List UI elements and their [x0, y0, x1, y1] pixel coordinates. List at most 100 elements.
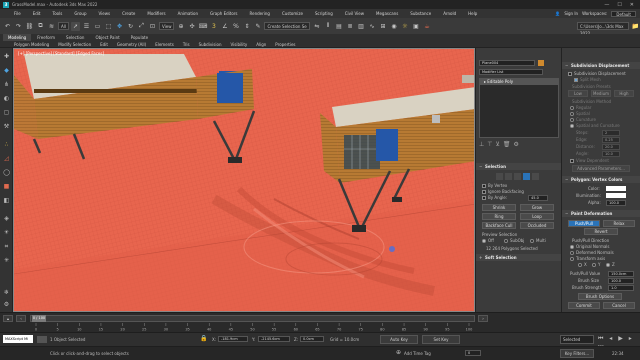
- stack-item-editable-poly[interactable]: ▸ Editable Poly: [480, 79, 558, 85]
- backface-cull-button[interactable]: Backface Cull: [482, 222, 516, 229]
- close-button[interactable]: ✕: [630, 2, 634, 8]
- selection-filter-dropdown[interactable]: All: [58, 22, 69, 30]
- tab-modeling[interactable]: Modeling: [3, 34, 32, 41]
- pin-stack-icon[interactable]: ⊥: [479, 141, 484, 148]
- steps-spinner[interactable]: 2: [602, 130, 620, 136]
- menu-tools[interactable]: Tools: [52, 11, 62, 16]
- maxscript-listener[interactable]: MAXScript Mi: [3, 335, 33, 343]
- menu-file[interactable]: File: [14, 11, 21, 16]
- render-setup-icon[interactable]: ☼: [400, 22, 409, 31]
- freeze-icon[interactable]: ❄: [2, 288, 11, 297]
- menu-substance[interactable]: Substance: [410, 11, 431, 16]
- perspective-viewport[interactable]: [+] [Perspective] [Standard] [Edged Face…: [13, 48, 475, 312]
- method-regular-radio[interactable]: [570, 106, 574, 110]
- select-scale-icon[interactable]: ⤢: [137, 22, 146, 31]
- object-color-swatch[interactable]: [538, 60, 544, 66]
- distance-spinner[interactable]: 20.0: [602, 144, 620, 150]
- modifier-stack[interactable]: ▸ Editable Poly: [479, 78, 559, 138]
- x-coord-field[interactable]: -181.9cm: [218, 336, 248, 342]
- project-path-dropdown[interactable]: C:\Users\Jo...\3ds Max 2022: [577, 22, 629, 36]
- link-icon[interactable]: ⛓: [25, 22, 34, 31]
- preview-multi-radio[interactable]: [530, 239, 534, 243]
- utilities-icon[interactable]: ⚒: [2, 122, 11, 131]
- curve-editor-icon[interactable]: ∿: [367, 22, 376, 31]
- by-angle-spinner[interactable]: 45.0: [528, 195, 548, 201]
- rendered-frame-window-icon[interactable]: ▣: [411, 22, 420, 31]
- view-dependent-checkbox[interactable]: [570, 159, 574, 163]
- time-slider[interactable]: [30, 315, 475, 322]
- manipulate-icon[interactable]: ✣: [187, 22, 196, 31]
- make-unique-icon[interactable]: ⊻: [495, 141, 499, 148]
- edit-named-selection-icon[interactable]: ✎: [253, 22, 262, 31]
- vertex-colors-header[interactable]: − Polygon: Vertex Colors: [562, 176, 640, 183]
- scene-explorer-icon[interactable]: ▤: [334, 22, 343, 31]
- timeline-expand-icon[interactable]: ▴: [3, 315, 13, 322]
- subdivision-displacement-header[interactable]: − Subdivision Displacement: [562, 62, 640, 69]
- named-selection-set-dropdown[interactable]: Create Selection Se: [264, 22, 311, 30]
- set-key-button[interactable]: Set Key: [422, 335, 460, 344]
- keyboard-shortcut-icon[interactable]: ⌨: [198, 22, 208, 31]
- material-editor-icon[interactable]: ◉: [389, 22, 398, 31]
- preview-subobj-radio[interactable]: [504, 239, 508, 243]
- camera-icon[interactable]: ⌗: [2, 242, 11, 251]
- alpha-spinner[interactable]: 100.0: [606, 200, 626, 206]
- push-pull-value-spinner[interactable]: 150.0cm: [608, 271, 634, 277]
- minimize-button[interactable]: —: [604, 2, 609, 8]
- method-spatial-radio[interactable]: [570, 112, 574, 116]
- reference-coordinate-dropdown[interactable]: View: [158, 22, 175, 30]
- workspace-dropdown[interactable]: Default: [611, 10, 636, 17]
- soft-selection-rollout-header[interactable]: + Soft Selection: [476, 254, 561, 261]
- ribbon-modify-selection[interactable]: Modify Selection: [58, 41, 91, 48]
- ribbon-subdivision[interactable]: Subdivision: [199, 41, 222, 48]
- remove-modifier-icon[interactable]: 🗑: [503, 141, 511, 148]
- tab-object-paint[interactable]: Object Paint: [90, 34, 124, 41]
- brush-strength-spinner[interactable]: 1.0: [608, 285, 634, 291]
- menu-create[interactable]: Create: [122, 11, 135, 16]
- border-mode-icon[interactable]: [514, 173, 521, 180]
- menu-views[interactable]: Views: [99, 11, 111, 16]
- preset-low-button[interactable]: Low: [568, 90, 588, 97]
- method-spatial-curvature-radio[interactable]: [570, 124, 574, 128]
- z-coord-field[interactable]: 0.0cm: [300, 336, 324, 342]
- menu-edit[interactable]: Edit: [33, 11, 41, 16]
- isolate-icon[interactable]: ◈: [2, 214, 11, 223]
- menu-graph-editors[interactable]: Graph Editors: [210, 11, 237, 16]
- advanced-parameters-button[interactable]: Advanced Parameters...: [572, 165, 630, 172]
- cancel-button[interactable]: Cancel: [603, 302, 635, 309]
- deformed-normals-radio[interactable]: [570, 251, 574, 255]
- spinner-snap-icon[interactable]: ⇕: [242, 22, 251, 31]
- menu-modifiers[interactable]: Modifiers: [147, 11, 165, 16]
- user-icon[interactable]: 👤: [555, 11, 560, 16]
- tab-freeform[interactable]: Freeform: [32, 34, 60, 41]
- edge-spinner[interactable]: 0.25: [602, 137, 620, 143]
- by-vertex-checkbox[interactable]: [482, 184, 486, 188]
- brush-options-button[interactable]: Brush Options: [578, 293, 622, 300]
- render-production-icon[interactable]: ☕: [422, 22, 431, 31]
- ribbon-visibility[interactable]: Visibility: [230, 41, 247, 48]
- helper-icon[interactable]: ✳: [2, 256, 11, 265]
- preview-off-radio[interactable]: [482, 239, 486, 243]
- create-icon[interactable]: ✚: [2, 52, 11, 61]
- transform-axis-radio[interactable]: [570, 257, 574, 261]
- relax-button[interactable]: Relax: [603, 220, 635, 227]
- motion-icon[interactable]: ◐: [2, 94, 11, 103]
- by-angle-checkbox[interactable]: [482, 196, 486, 200]
- shrink-button[interactable]: Shrink: [482, 204, 516, 211]
- border-icon[interactable]: ◯: [2, 168, 11, 177]
- timeline-ruler[interactable]: 0 5 10 15 20 25 30 35 40 45 50 55 60 65 70 75 80 85 90 95 10…: [30, 323, 475, 331]
- modify-icon[interactable]: ◆: [2, 66, 11, 75]
- element-icon[interactable]: ◧: [2, 196, 11, 205]
- time-tag-icon[interactable]: ⊕: [396, 349, 401, 356]
- undo-icon[interactable]: ↶: [3, 22, 12, 31]
- layer-explorer-icon[interactable]: ≣: [345, 22, 354, 31]
- menu-animation[interactable]: Animation: [178, 11, 198, 16]
- angle-spinner[interactable]: 10.0: [602, 151, 620, 157]
- brush-size-spinner[interactable]: 100.0: [608, 278, 634, 284]
- lock-selection-icon[interactable]: 🔒: [200, 335, 207, 342]
- snaps-toggle-icon[interactable]: 3: [209, 22, 218, 31]
- hierarchy-icon[interactable]: ⋔: [2, 80, 11, 89]
- ribbon-properties[interactable]: Properties: [275, 41, 295, 48]
- ribbon-elements[interactable]: Elements: [155, 41, 174, 48]
- ignore-backfacing-checkbox[interactable]: [482, 190, 486, 194]
- schematic-view-icon[interactable]: ⊞: [378, 22, 387, 31]
